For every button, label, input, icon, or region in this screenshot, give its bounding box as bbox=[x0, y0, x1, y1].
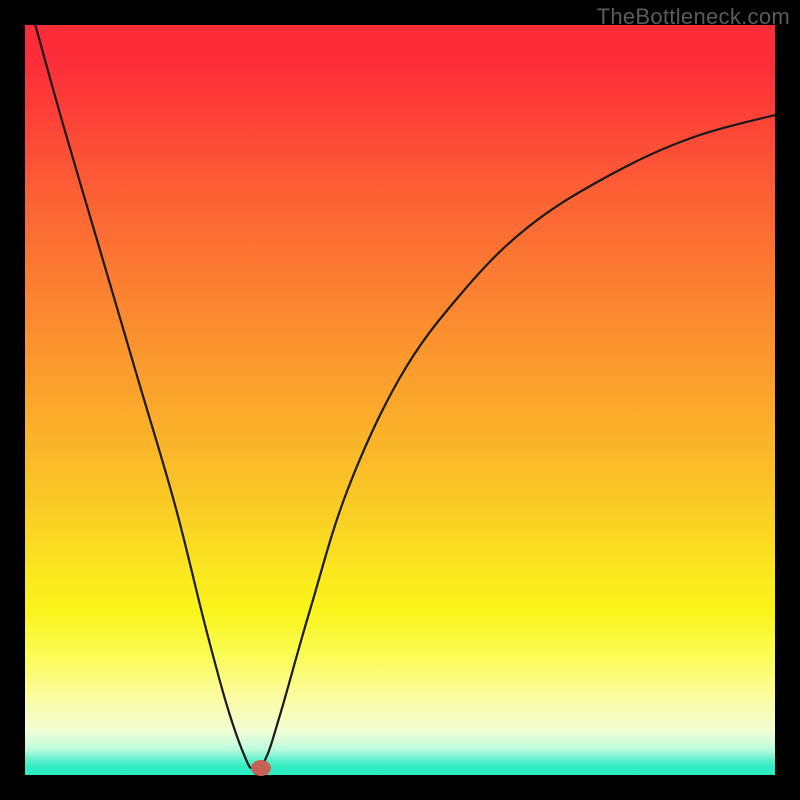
watermark-text: TheBottleneck.com bbox=[597, 4, 790, 30]
bottleneck-curve bbox=[25, 25, 775, 775]
minimum-marker-dot bbox=[251, 760, 271, 776]
chart-frame: TheBottleneck.com bbox=[0, 0, 800, 800]
plot-area bbox=[25, 25, 775, 775]
